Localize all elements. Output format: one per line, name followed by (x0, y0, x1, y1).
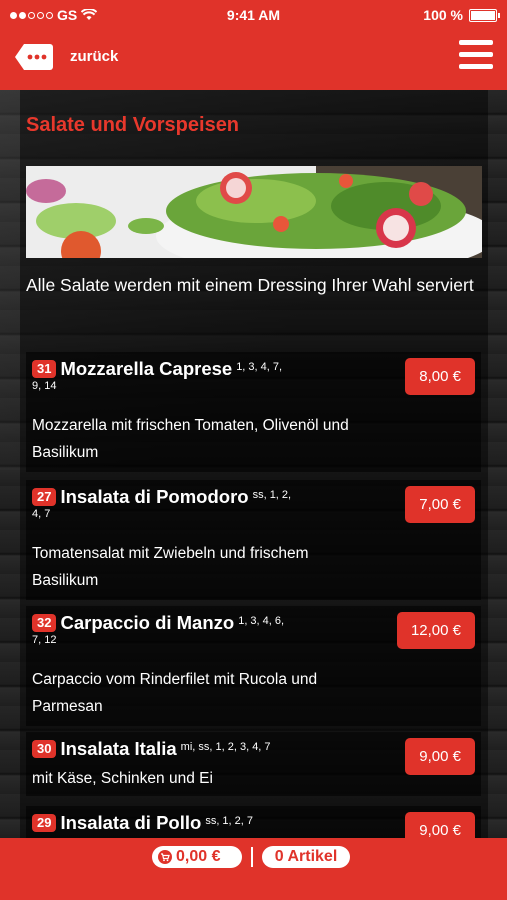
item-name: Insalata di Pomodoro (60, 486, 249, 507)
cart-bar: 0,00 € 0 Artikel (0, 838, 507, 900)
item-allergens: 1, 3, 4, 6, (238, 615, 285, 627)
item-allergens: mi, ss, 1, 2, 3, 4, 7 (180, 741, 271, 753)
cart-total: 0,00 € (176, 848, 221, 865)
item-number-badge: 29 (32, 814, 57, 832)
back-button-label[interactable]: zurück (70, 48, 118, 65)
item-name: Mozzarella Caprese (60, 358, 233, 379)
menu-item-header: 30 Insalata Italia mi, ss, 1, 2, 3, 4, 7 (32, 738, 382, 760)
item-description: Mozzarella mit frischen Tomaten, Olivenö… (32, 417, 349, 461)
menu-item-card[interactable]: 27 Insalata di Pomodoro ss, 1, 2, 4, 7 Tom… (26, 480, 481, 600)
cart-items-button[interactable]: 0 Artikel (262, 846, 350, 868)
menu-item-card[interactable]: 30 Insalata Italia mi, ss, 1, 2, 3, 4, 7 m… (26, 732, 481, 796)
item-allergens: ss, 1, 2, 7 (205, 815, 254, 827)
item-allergens: 1, 3, 4, 7, (236, 361, 283, 373)
menu-item-header: 32 Carpaccio di Manzo 1, 3, 4, 6, 7, 12 (32, 612, 382, 648)
price-button[interactable]: 12,00 € (396, 612, 475, 649)
category-title: Salate und Vorspeisen (26, 114, 240, 136)
item-number-badge: 31 (32, 360, 57, 378)
price-button[interactable]: 8,00 € (405, 358, 475, 395)
item-name: Carpaccio di Manzo (60, 612, 235, 633)
back-icon[interactable] (14, 42, 54, 72)
item-allergens-cont: 9, 14 (32, 380, 57, 393)
item-name: Insalata Italia (60, 738, 177, 759)
item-description: Tomatensalat mit Zwiebeln und frischem B… (32, 545, 309, 589)
price-button[interactable]: 7,00 € (405, 486, 475, 523)
price-button[interactable]: 9,00 € (405, 812, 475, 838)
menu-item-card[interactable]: 31 Mozzarella Caprese 1, 3, 4, 7, 9, 14 Mo… (26, 352, 481, 472)
item-description: Carpaccio vom Rinderfilet mit Rucola und… (32, 671, 318, 715)
item-allergens: ss, 1, 2, (252, 489, 292, 501)
menu-item-header: 31 Mozzarella Caprese 1, 3, 4, 7, 9, 14 (32, 358, 382, 394)
hamburger-menu-icon[interactable] (459, 40, 493, 72)
status-bar: GS 9:41 AM 100 % (0, 0, 507, 30)
battery-icon (469, 8, 500, 22)
item-allergens-cont: 7, 12 (32, 634, 57, 647)
cart-total-button[interactable]: 0,00 € (152, 846, 242, 868)
divider (251, 847, 253, 867)
battery-status: 100 % (423, 7, 500, 23)
item-name: Insalata di Pollo (60, 812, 202, 833)
item-number-badge: 27 (32, 488, 57, 506)
cart-icon (158, 850, 172, 864)
navigation-bar: zurück (0, 30, 507, 90)
menu-item-card[interactable]: 29 Insalata di Pollo ss, 1, 2, 7 9,00 € (26, 806, 481, 838)
item-description: mit Käse, Schinken und Ei (32, 770, 213, 787)
item-number-badge: 30 (32, 740, 57, 758)
item-number-badge: 32 (32, 614, 57, 632)
item-allergens-cont: 4, 7 (32, 508, 51, 521)
category-description: Alle Salate werden mit einem Dressing Ih… (26, 275, 474, 295)
menu-item-card[interactable]: 32 Carpaccio di Manzo 1, 3, 4, 6, 7, 12 Ca… (26, 606, 481, 726)
price-button[interactable]: 9,00 € (405, 738, 475, 775)
menu-content[interactable]: Salate und Vorspeisen Alle Salate werden… (0, 90, 507, 838)
battery-percent: 100 % (423, 7, 463, 23)
menu-item-header: 27 Insalata di Pomodoro ss, 1, 2, 4, 7 (32, 486, 382, 522)
menu-item-header: 29 Insalata di Pollo ss, 1, 2, 7 (32, 812, 382, 834)
salad-hero-image (26, 166, 482, 258)
